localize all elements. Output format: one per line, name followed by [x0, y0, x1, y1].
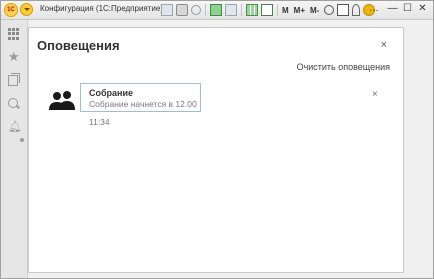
save-icon[interactable]: [161, 4, 173, 16]
window-title: Конфигурация (1С:Предприятие): [40, 4, 163, 13]
window-controls: … — ☐ ✕: [365, 2, 429, 16]
toolbar-separator: [277, 4, 278, 16]
memory-minus-button[interactable]: M-: [310, 6, 319, 15]
close-window-button[interactable]: ✕: [416, 2, 429, 16]
search-icon[interactable]: [8, 98, 18, 108]
bell-icon[interactable]: 🔔︎: [8, 121, 22, 133]
minimize-button[interactable]: —: [386, 2, 399, 16]
attach-icon[interactable]: [210, 4, 222, 16]
clear-notifications-link[interactable]: Очистить оповещения: [297, 62, 390, 72]
maximize-button[interactable]: ☐: [401, 2, 414, 16]
history-icon[interactable]: [8, 73, 20, 86]
notification-card[interactable]: Собрание Собрание начнется в 12.00: [80, 83, 201, 112]
title-bar: 1С Конфигурация (1С:Предприятие) M M+ M-…: [1, 1, 433, 20]
spreadsheet-icon[interactable]: [246, 4, 258, 16]
left-sidebar: ★ 🔔︎: [1, 20, 28, 278]
document-icon[interactable]: [225, 4, 237, 16]
panel-close-button[interactable]: ×: [381, 39, 387, 51]
right-margin: [406, 20, 433, 278]
toolbar: M M+ M-: [161, 3, 378, 17]
key-icon[interactable]: [352, 4, 361, 16]
apps-icon[interactable]: [8, 28, 20, 40]
toolbar-separator: [241, 4, 242, 16]
notification-title: Собрание: [89, 88, 134, 98]
notification-dot: [20, 138, 24, 142]
notification-close-button[interactable]: ×: [372, 89, 378, 100]
main-menu-button[interactable]: [20, 3, 33, 16]
print-icon[interactable]: [176, 4, 188, 16]
more-button[interactable]: …: [367, 2, 380, 16]
memory-button[interactable]: M: [282, 6, 289, 15]
app-window: 1С Конфигурация (1С:Предприятие) M M+ M-…: [0, 0, 434, 279]
panel-layout-icon[interactable]: [337, 4, 350, 16]
memory-plus-button[interactable]: M+: [294, 6, 305, 15]
1c-logo-icon: 1С: [4, 3, 18, 17]
panel-title: Оповещения: [37, 38, 120, 53]
notification-time: 11:34: [89, 117, 110, 127]
calendar-icon[interactable]: [261, 4, 273, 16]
star-icon[interactable]: ★: [8, 50, 20, 63]
find-icon[interactable]: [191, 5, 201, 15]
zoom-icon[interactable]: [324, 5, 335, 15]
people-icon: [49, 91, 75, 110]
toolbar-separator: [205, 4, 206, 16]
notification-text: Собрание начнется в 12.00: [89, 99, 197, 109]
notifications-panel: Оповещения × Очистить оповещения Собрани…: [28, 27, 404, 273]
